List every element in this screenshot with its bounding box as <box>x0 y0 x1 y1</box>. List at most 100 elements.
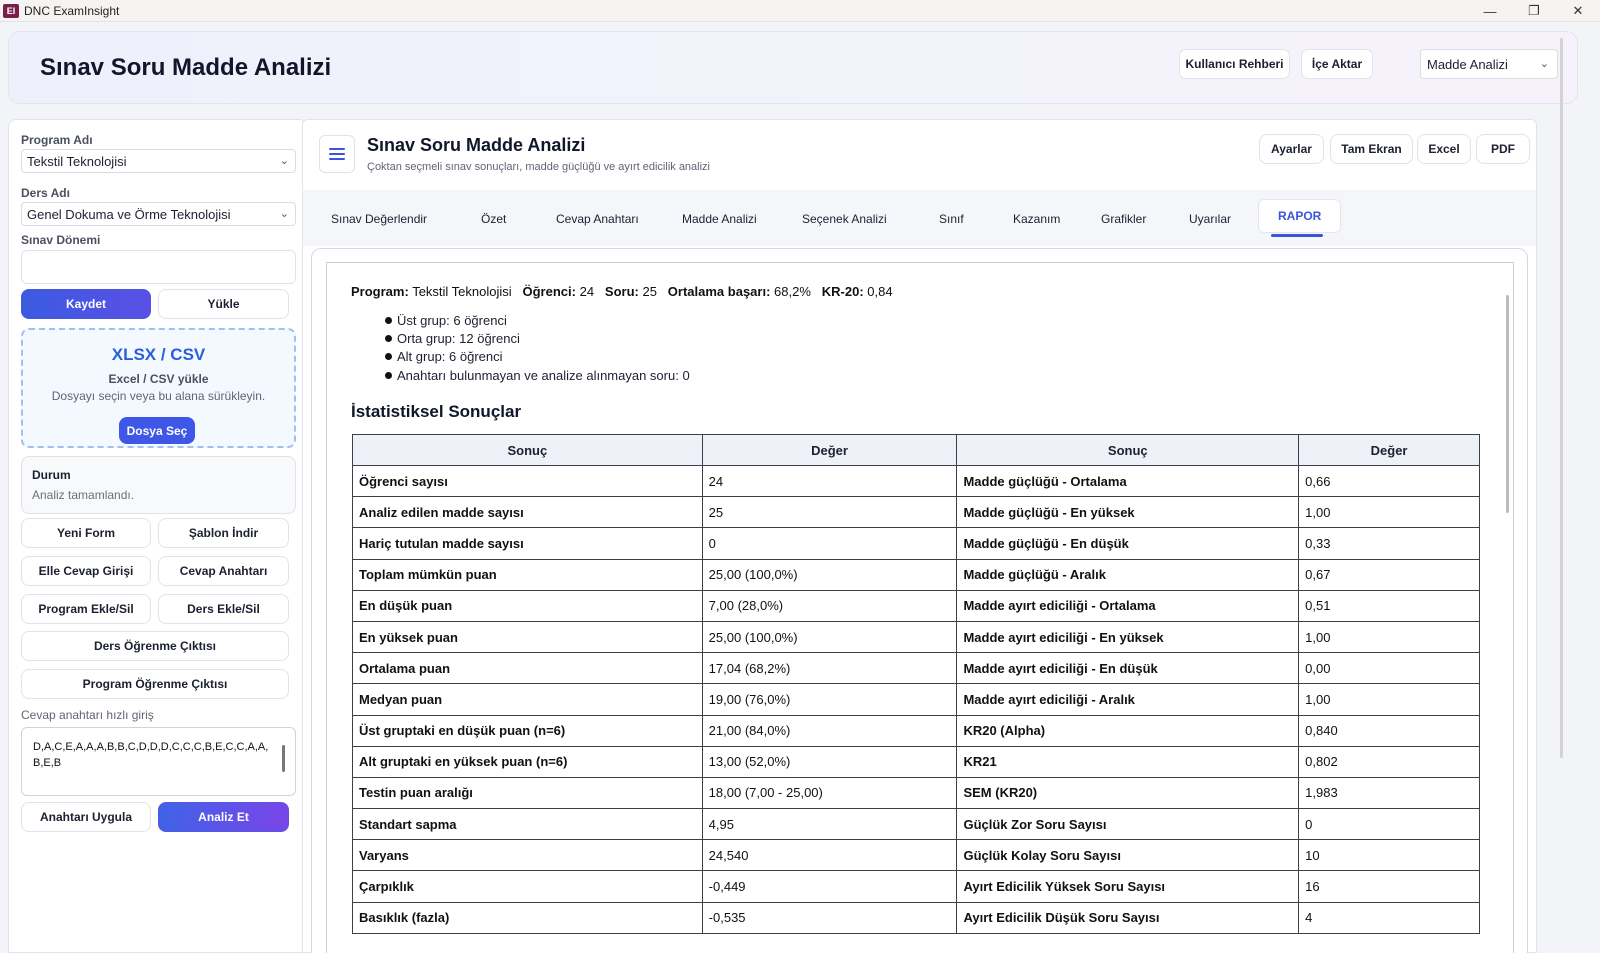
tab-kazanim[interactable]: Kazanım <box>1013 212 1060 226</box>
result-value-cell: 4,95 <box>701 808 958 841</box>
user-guide-button[interactable]: Kullanıcı Rehberi <box>1179 49 1290 79</box>
result-name-cell: Madde güçlüğü - En düşük <box>956 527 1300 560</box>
load-button[interactable]: Yükle <box>158 289 289 319</box>
window-scrollbar[interactable] <box>1560 38 1563 758</box>
table-row: Hariç tutulan madde sayısı 0 Madde güçlüğü… <box>352 527 1480 560</box>
stats-table: Sonuç Değer Sonuç Değer Öğrenci sayısı 24… <box>352 434 1480 934</box>
new-form-button[interactable]: Yeni Form <box>21 518 151 548</box>
result-name-cell: Ortalama puan <box>352 652 703 685</box>
course-edit-button[interactable]: Ders Ekle/Sil <box>158 594 289 624</box>
result-value-cell: 18,00 (7,00 - 25,00) <box>701 776 958 810</box>
tab-sinav-degerlendir[interactable]: Sınav Değerlendir <box>331 212 427 226</box>
list-item: Alt grup: 6 öğrenci <box>385 348 690 366</box>
result-value-cell: 1,00 <box>1298 496 1480 529</box>
tab-rapor[interactable]: RAPOR <box>1258 199 1342 233</box>
result-value-cell: 13,00 (52,0%) <box>701 745 958 778</box>
summary-question-value: 25 <box>642 284 657 299</box>
import-button[interactable]: İçe Aktar <box>1301 49 1373 79</box>
result-name-cell: Çarpıklık <box>352 870 703 903</box>
dropzone-subtitle: Excel / CSV yükle <box>108 372 209 386</box>
result-value-cell: 10 <box>1298 839 1480 872</box>
table-row: Basıklık (fazla) -0,535 Ayırt Edicilik Düş… <box>352 901 1480 934</box>
tab-sinif[interactable]: Sınıf <box>939 212 964 226</box>
tab-cevap-anahtari[interactable]: Cevap Anahtarı <box>556 212 639 226</box>
report-scrollbar[interactable] <box>1506 295 1509 513</box>
result-name-cell: Madde ayırt ediciliği - Ortalama <box>956 589 1300 622</box>
result-value-cell: 0,67 <box>1298 558 1480 591</box>
summary-question-label: Soru: <box>604 284 639 299</box>
save-button[interactable]: Kaydet <box>21 289 151 319</box>
result-value-cell: 25,00 (100,0%) <box>701 558 958 591</box>
page-title: Sınav Soru Madde Analizi <box>40 54 332 81</box>
stats-heading: İstatistiksel Sonuçlar <box>351 402 522 421</box>
result-name-cell: Madde ayırt ediciliği - En yüksek <box>956 620 1300 654</box>
result-value-cell: 1,00 <box>1298 683 1480 716</box>
result-name-cell: Analiz edilen madde sayısı <box>352 496 703 529</box>
tab-madde-analizi[interactable]: Madde Analizi <box>682 212 757 226</box>
summary-kr20-label: KR-20: <box>821 284 864 299</box>
tab-grafikler[interactable]: Grafikler <box>1101 212 1146 226</box>
status-panel: Durum Analiz tamamlandı. <box>21 456 296 514</box>
download-template-button[interactable]: Şablon İndir <box>158 518 289 548</box>
fullscreen-button[interactable]: Tam Ekran <box>1330 134 1413 164</box>
summary-program-label: Program: <box>351 284 409 299</box>
quick-key-textarea[interactable]: D,A,C,E,A,A,A,B,B,C,D,D,D,C,C,C,B,E,C,C,… <box>21 727 296 796</box>
result-name-cell: Madde ayırt ediciliği - Aralık <box>956 683 1300 716</box>
restore-icon[interactable]: ❐ <box>1512 0 1556 22</box>
dropzone-hint: Dosyayı seçin veya bu alana sürükleyin. <box>51 389 266 403</box>
program-learning-outcome-button[interactable]: Program Öğrenme Çıktısı <box>21 669 289 699</box>
result-name-cell: Varyans <box>352 839 703 872</box>
excel-export-button[interactable]: Excel <box>1417 134 1471 164</box>
course-label: Ders Adı <box>21 186 70 200</box>
program-label: Program Adı <box>21 133 93 147</box>
window-title: DNC ExamInsight <box>24 3 120 18</box>
result-name-cell: KR20 (Alpha) <box>956 714 1300 747</box>
apply-key-button[interactable]: Anahtarı Uygula <box>21 802 151 832</box>
file-dropzone[interactable]: XLSX / CSV Excel / CSV yükle Dosyayı seç… <box>21 328 296 448</box>
answer-key-button[interactable]: Cevap Anahtarı <box>158 556 289 586</box>
result-name-cell: KR21 <box>956 745 1300 778</box>
textarea-scrollbar[interactable] <box>282 745 285 772</box>
program-edit-button[interactable]: Program Ekle/Sil <box>21 594 151 624</box>
chevron-down-icon: ⌄ <box>279 155 289 167</box>
analyze-button[interactable]: Analiz Et <box>158 802 289 832</box>
program-select[interactable]: Tekstil Teknolojisi ⌄ <box>21 149 296 173</box>
course-learning-outcome-button[interactable]: Ders Öğrenme Çıktısı <box>21 631 289 661</box>
result-value-cell: 16 <box>1298 870 1480 903</box>
minimize-icon[interactable]: — <box>1468 0 1512 22</box>
term-input[interactable] <box>21 250 296 284</box>
table-row: Üst gruptaki en düşük puan (n=6) 21,00 (8… <box>352 714 1480 747</box>
result-name-cell: Öğrenci sayısı <box>352 464 703 498</box>
pdf-export-button[interactable]: PDF <box>1476 134 1530 164</box>
result-value-cell: 21,00 (84,0%) <box>701 714 958 747</box>
tab-uyarilar[interactable]: Uyarılar <box>1189 212 1231 226</box>
summary-average-value: 68,2% <box>774 284 811 299</box>
course-select-value: Genel Dokuma ve Örme Teknolojisi <box>27 206 231 222</box>
tab-ozet[interactable]: Özet <box>481 212 506 226</box>
table-row: Toplam mümkün puan 25,00 (100,0%) Madde gü… <box>352 558 1480 591</box>
term-label: Sınav Dönemi <box>21 233 101 247</box>
main-subtitle: Çoktan seçmeli sınav sonuçları, madde gü… <box>367 161 710 173</box>
settings-button[interactable]: Ayarlar <box>1259 134 1324 164</box>
mode-select-value: Madde Analizi <box>1427 56 1508 72</box>
mode-select[interactable]: Madde Analizi ⌄ <box>1420 49 1558 79</box>
table-row: En yüksek puan 25,00 (100,0%) Madde ayırt … <box>352 620 1480 654</box>
manual-answer-entry-button[interactable]: Elle Cevap Girişi <box>21 556 151 586</box>
main-panel: Sınav Soru Madde Analizi Çoktan seçmeli … <box>302 119 1537 953</box>
result-value-cell: 19,00 (76,0%) <box>701 683 958 716</box>
list-item: Üst grup: 6 öğrenci <box>385 311 690 329</box>
report-summary: Program: Tekstil Teknolojisi Öğrenci: 24… <box>351 284 893 299</box>
result-value-cell: 0,802 <box>1298 745 1480 778</box>
close-icon[interactable]: ✕ <box>1556 0 1600 22</box>
result-name-cell: Alt gruptaki en yüksek puan (n=6) <box>352 745 703 778</box>
result-value-cell: 24,540 <box>701 839 958 872</box>
table-row: En düşük puan 7,00 (28,0%) Madde ayırt edi… <box>352 589 1480 622</box>
table-row: Analiz edilen madde sayısı 25 Madde güçlüğ… <box>352 496 1480 529</box>
tab-secenek-analizi[interactable]: Seçenek Analizi <box>802 212 887 226</box>
result-name-cell: Toplam mümkün puan <box>352 558 703 591</box>
course-select[interactable]: Genel Dokuma ve Örme Teknolojisi ⌄ <box>21 202 296 226</box>
choose-file-button[interactable]: Dosya Seç <box>119 417 195 444</box>
result-value-cell: 25,00 (100,0%) <box>701 620 958 654</box>
hamburger-menu-icon[interactable] <box>319 135 355 173</box>
table-row: Standart sapma 4,95 Güçlük Zor Soru Sayısı… <box>352 808 1480 841</box>
